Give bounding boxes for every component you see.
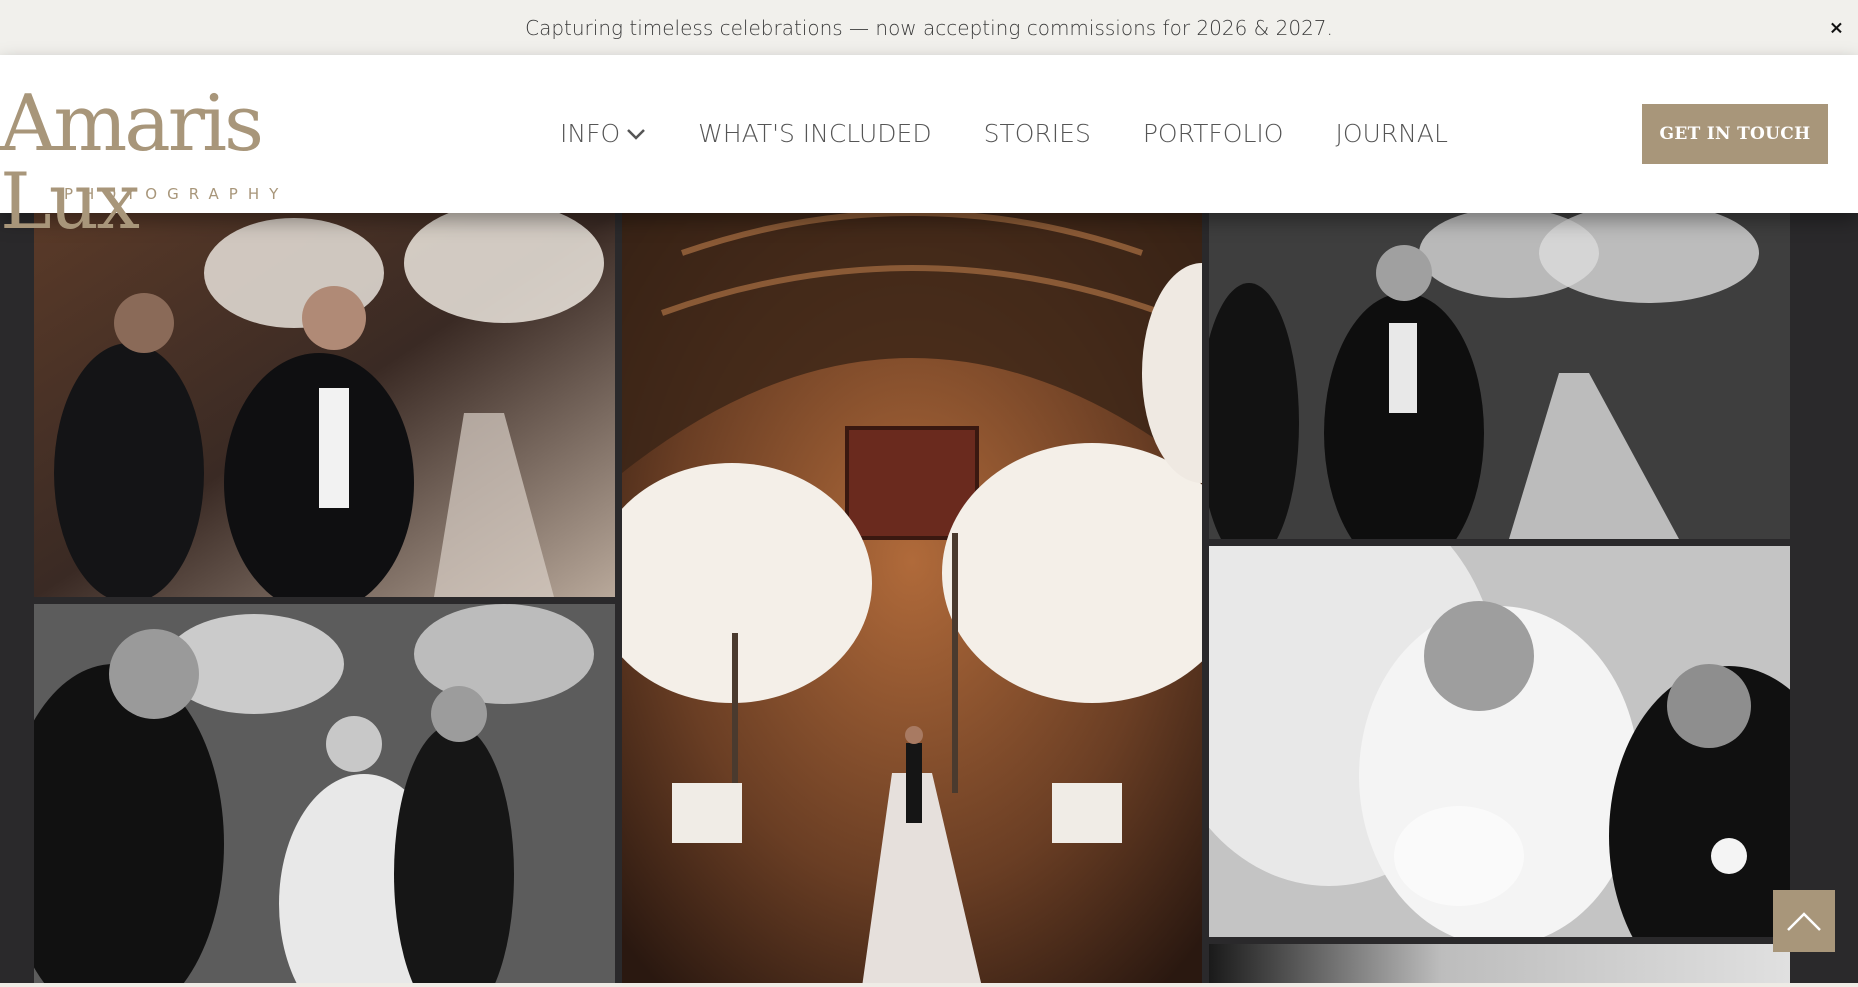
nav-item-info[interactable]: INFO [560, 119, 646, 148]
back-to-top-button[interactable] [1773, 890, 1835, 952]
gallery-photo-chapel-ceremony[interactable] [622, 213, 1202, 987]
chevron-up-icon [1787, 912, 1821, 931]
nav-item-stories[interactable]: STORIES [984, 119, 1091, 148]
gallery-photo-groom-altar[interactable] [1209, 213, 1790, 539]
nav-item-label: WHAT'S INCLUDED [698, 119, 932, 148]
close-icon[interactable]: × [1829, 17, 1844, 38]
logo[interactable]: Amaris Lux PHOTOGRAPHY [0, 85, 380, 241]
page-bottom-edge [0, 983, 1858, 987]
announcement-text: Capturing timeless celebrations — now ac… [525, 15, 1333, 40]
gallery-photo-partial[interactable] [1209, 944, 1790, 987]
main-nav: INFO WHAT'S INCLUDED STORIES PORTFOLIO J… [560, 119, 1500, 148]
nav-item-portfolio[interactable]: PORTFOLIO [1143, 119, 1284, 148]
announcement-bar: Capturing timeless celebrations — now ac… [0, 0, 1858, 55]
nav-item-label: INFO [560, 119, 621, 148]
nav-item-journal[interactable]: JOURNAL [1335, 119, 1447, 148]
gallery-photo-bride-aisle[interactable] [34, 604, 615, 987]
logo-subtitle: PHOTOGRAPHY [64, 185, 289, 203]
chevron-down-icon [627, 128, 646, 140]
photo-gallery [0, 213, 1858, 987]
nav-item-label: JOURNAL [1335, 119, 1448, 148]
gallery-photo-groom-waiting[interactable] [34, 213, 615, 597]
get-in-touch-button[interactable]: GET IN TOUCH [1642, 104, 1828, 164]
logo-wordmark: Amaris Lux [0, 79, 264, 247]
nav-item-whats-included[interactable]: WHAT'S INCLUDED [698, 119, 931, 148]
gallery-photo-bride-bouquet[interactable] [1209, 546, 1790, 937]
nav-item-label: STORIES [983, 119, 1091, 148]
site-header: Amaris Lux PHOTOGRAPHY INFO WHAT'S INCLU… [0, 55, 1858, 241]
nav-item-label: PORTFOLIO [1142, 119, 1284, 148]
